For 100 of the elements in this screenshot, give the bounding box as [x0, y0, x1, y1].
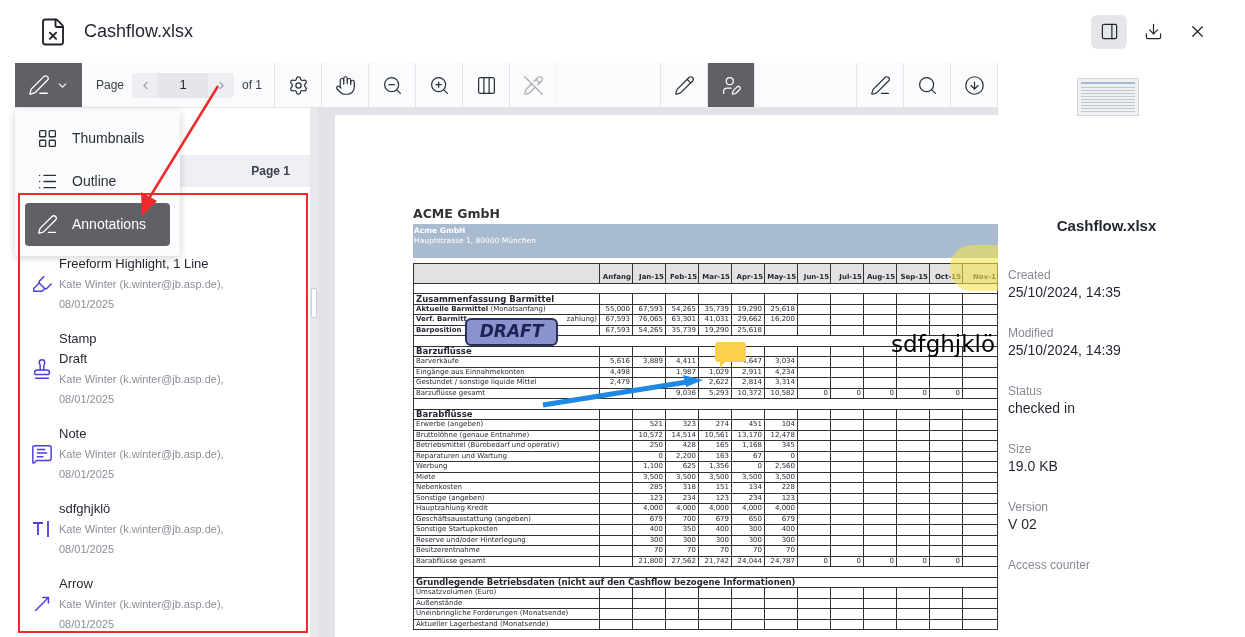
table-cell	[698, 598, 732, 609]
table-cell	[962, 314, 998, 325]
annotate-menu-button[interactable]	[15, 63, 82, 107]
table-cell	[962, 451, 998, 462]
table-cell	[863, 314, 897, 325]
table-cell	[896, 524, 930, 535]
annotation-date: 08/01/2025	[59, 467, 116, 482]
company-title: ACME GmbH	[413, 208, 501, 221]
table-cell	[863, 493, 897, 504]
table-cell	[632, 619, 666, 630]
table-cell	[962, 293, 998, 304]
table-cell	[962, 419, 998, 430]
table-cell	[863, 293, 897, 304]
table-cell	[764, 293, 798, 304]
table-cell	[896, 598, 930, 609]
table-cell	[863, 325, 897, 336]
table-cell	[797, 325, 831, 336]
table-cell	[896, 472, 930, 483]
property-label: Status	[1008, 383, 1044, 398]
table-cell	[896, 461, 930, 472]
header-button[interactable]	[1091, 14, 1127, 49]
table-cell	[863, 545, 897, 556]
table-cell	[896, 451, 930, 462]
table-cell	[863, 461, 897, 472]
table-cell	[731, 608, 765, 619]
stamp-icon	[31, 358, 53, 380]
grid-icon	[37, 128, 58, 149]
table-cell	[797, 461, 831, 472]
annotation-title: sdfghjklö	[59, 500, 112, 518]
table-cell	[698, 608, 732, 619]
table-cell	[830, 503, 864, 514]
row-label: Barabflüsse	[416, 410, 473, 419]
table-cell	[929, 367, 963, 378]
table-cell	[896, 545, 930, 556]
table-cell	[929, 503, 963, 514]
table-cell	[764, 346, 798, 357]
table-cell	[830, 619, 864, 630]
table-cell	[665, 293, 699, 304]
table-cell	[896, 356, 930, 367]
property-value: 25/10/2024, 14:35	[1008, 282, 1122, 302]
menu-item[interactable]: Annotations	[25, 203, 170, 246]
table-cell	[929, 304, 963, 315]
table-cell	[764, 325, 798, 336]
table-cell	[962, 472, 998, 483]
table-cell	[863, 514, 897, 525]
annotation-item[interactable]: Stamp Draft Kate Winter (k.winter@jb.asp.de), 08/01/2025	[25, 329, 310, 409]
zoom-out-icon	[381, 74, 403, 96]
table-cell	[863, 472, 897, 483]
page-number-field[interactable]: 1	[158, 72, 209, 98]
menu-item[interactable]: Outline	[25, 160, 170, 203]
table-cell	[962, 545, 998, 556]
table-cell	[896, 493, 930, 504]
menu-item[interactable]: Thumbnails	[25, 117, 170, 160]
table-cell	[797, 346, 831, 357]
table-cell	[896, 367, 930, 378]
table-cell	[830, 535, 864, 546]
table-cell	[863, 304, 897, 315]
annotation-item[interactable]: sdfghjklö Kate Winter (k.winter@jb.asp.de), 08/01/2025	[25, 499, 310, 559]
annotation-item[interactable]: Arrow Kate Winter (k.winter@jb.asp.de), 08/01/2025	[25, 574, 310, 634]
annotation-subtitle: Draft	[59, 350, 89, 368]
annotation-item[interactable]: Freeform Highlight, 1 Line Kate Winter (k.winter@jb.asp.de), 08/01/2025	[25, 254, 310, 314]
table-cell	[896, 619, 930, 630]
toolbar-button[interactable]	[708, 63, 756, 107]
table-cell	[896, 503, 930, 514]
page-total: of 1	[242, 77, 263, 94]
table-cell	[731, 293, 765, 304]
table-cell	[896, 535, 930, 546]
hand-icon	[334, 74, 356, 96]
table-cell	[896, 608, 930, 619]
property-value: 19.0 KB	[1008, 456, 1059, 476]
splitter-handle[interactable]	[311, 287, 317, 318]
table-cell	[929, 419, 963, 430]
pen-line-icon	[37, 214, 58, 235]
annotation-date: 08/01/2025	[59, 392, 116, 407]
table-cell	[929, 314, 963, 325]
next-page-button[interactable]	[208, 72, 235, 98]
table-cell	[962, 503, 998, 514]
table-cell	[830, 587, 864, 598]
table-cell	[929, 619, 963, 630]
table-cell	[797, 482, 831, 493]
settings-icon	[287, 74, 309, 96]
arrow-annotation[interactable]	[540, 373, 705, 409]
table-cell	[896, 440, 930, 451]
table-cell	[962, 440, 998, 451]
draft-stamp[interactable]: DRAFT	[465, 318, 558, 346]
table-cell	[863, 482, 897, 493]
annotation-title: Arrow	[59, 575, 94, 593]
page-heading: Page 1	[251, 163, 290, 180]
table-cell	[632, 608, 666, 619]
table-cell	[863, 377, 897, 388]
table-cell	[929, 356, 963, 367]
table-cell	[896, 377, 930, 388]
table-cell	[797, 430, 831, 441]
table-cell	[929, 545, 963, 556]
annotation-item[interactable]: Note Kate Winter (k.winter@jb.asp.de), 08/01/2025	[25, 424, 310, 484]
table-cell	[863, 608, 897, 619]
table-cell	[896, 430, 930, 441]
table-cell	[929, 293, 963, 304]
table-cell	[962, 304, 998, 315]
table-cell	[863, 503, 897, 514]
